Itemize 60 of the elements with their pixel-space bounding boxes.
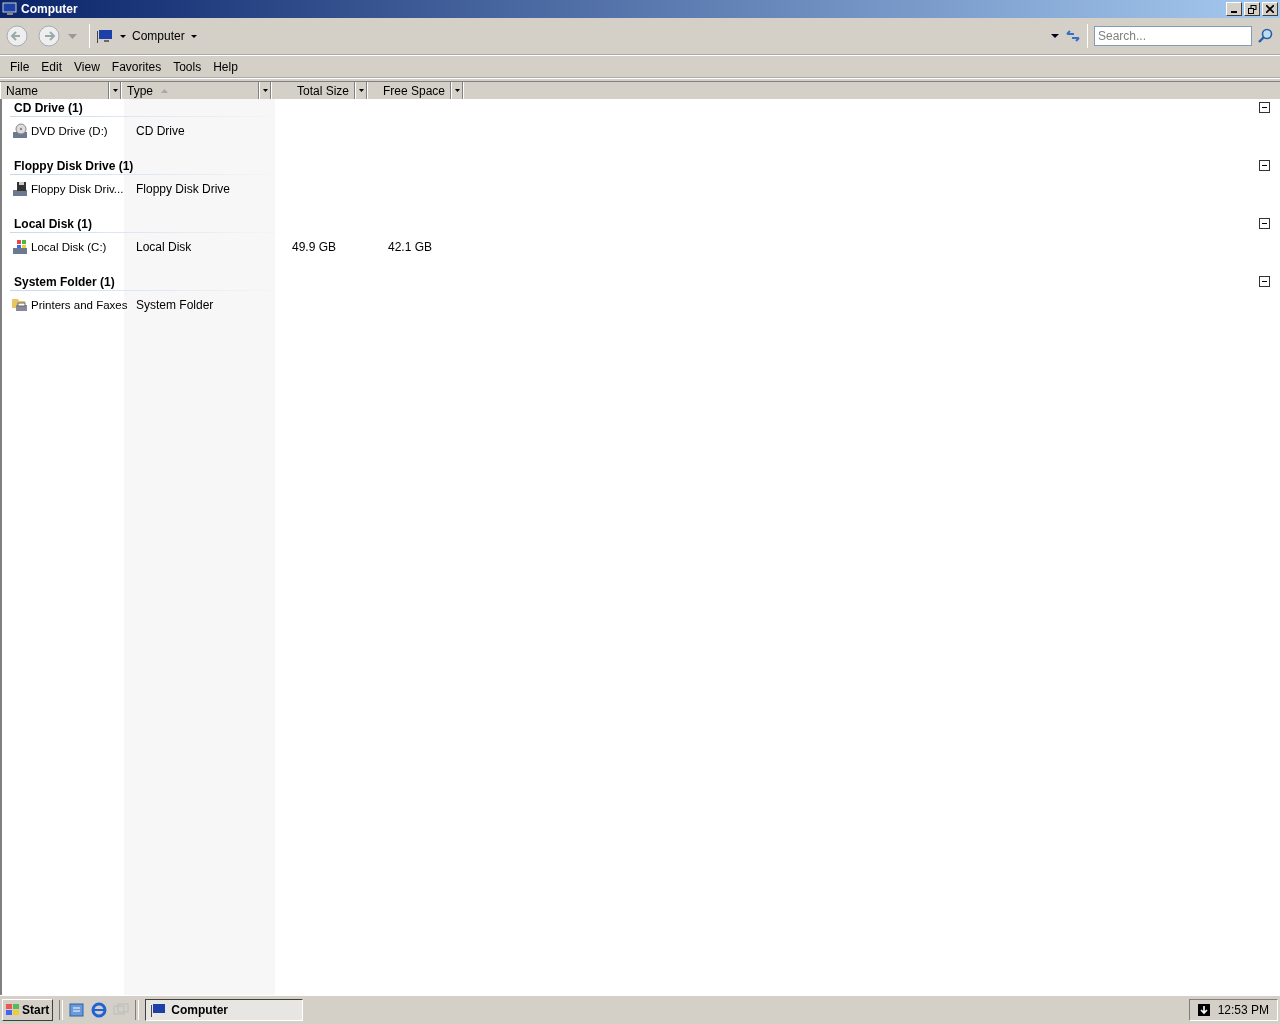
- restore-button[interactable]: [1244, 2, 1260, 16]
- item-type: Floppy Disk Drive: [136, 182, 231, 196]
- item-name[interactable]: Local Disk (C:): [31, 241, 107, 253]
- disc-drive-icon: [12, 123, 28, 139]
- caret-icon: [454, 89, 460, 92]
- clock: 12:53 PM: [1217, 1003, 1269, 1017]
- search-field[interactable]: Search...: [1094, 26, 1252, 46]
- minimize-button[interactable]: [1226, 2, 1242, 16]
- printer-folder-icon: [12, 297, 28, 313]
- refresh-icon[interactable]: [1065, 29, 1081, 43]
- windows-logo-icon: [6, 1004, 20, 1016]
- search-icon[interactable]: [1258, 28, 1274, 44]
- caret-icon: [262, 89, 268, 92]
- menu-item[interactable]: Edit: [35, 60, 69, 74]
- caret-icon[interactable]: [120, 34, 126, 38]
- group-header[interactable]: Floppy Disk Drive (1): [14, 158, 134, 173]
- menu-item[interactable]: File: [4, 60, 36, 74]
- address-text: Computer: [132, 29, 185, 43]
- caret-icon: [112, 89, 118, 92]
- restore-icon: [1247, 4, 1257, 14]
- collapse-icon[interactable]: [1259, 102, 1270, 113]
- column-dropdown-button[interactable]: [259, 82, 271, 99]
- column-dropdown-button[interactable]: [109, 82, 121, 99]
- free-space: 42.1 GB: [388, 240, 433, 254]
- address-field[interactable]: Computer: [89, 24, 1088, 48]
- taskbar-button[interactable]: Computer: [145, 999, 304, 1021]
- total-size: 49.9 GB: [292, 240, 337, 254]
- caret-icon[interactable]: [190, 34, 197, 38]
- menu-item[interactable]: Favorites: [105, 60, 168, 74]
- collapse-icon[interactable]: [1259, 160, 1270, 171]
- collapse-icon[interactable]: [1259, 276, 1270, 287]
- computer-icon: [2, 2, 18, 16]
- group-header[interactable]: CD Drive (1): [14, 100, 83, 115]
- item-name[interactable]: DVD Drive (D:): [31, 125, 108, 137]
- item-name[interactable]: Printers and Faxes: [31, 299, 128, 311]
- group-header[interactable]: System Folder (1): [14, 274, 115, 289]
- menu-item[interactable]: Tools: [167, 60, 208, 74]
- sort-arrow-icon: [161, 88, 168, 93]
- menu-item[interactable]: Help: [207, 60, 244, 74]
- computer-icon: [96, 29, 114, 43]
- column-dropdown-button[interactable]: [451, 82, 463, 99]
- item-name[interactable]: Floppy Disk Driv...: [31, 183, 124, 195]
- column-dropdown-button[interactable]: [355, 82, 367, 99]
- item-type: Local Disk: [136, 240, 192, 254]
- start-button[interactable]: Start: [2, 999, 54, 1021]
- close-icon: [1266, 5, 1274, 13]
- browser-icon[interactable]: [91, 1002, 108, 1018]
- collapse-icon[interactable]: [1259, 218, 1270, 229]
- item-type: System Folder: [136, 298, 214, 312]
- computer-icon: [150, 1003, 167, 1017]
- caret-icon[interactable]: [1051, 34, 1059, 38]
- item-type: CD Drive: [136, 124, 185, 138]
- hard-disk-icon: [12, 239, 28, 255]
- caret-icon: [358, 89, 364, 92]
- menu-item[interactable]: View: [68, 60, 106, 74]
- close-button[interactable]: [1262, 2, 1278, 16]
- download-icon[interactable]: [1197, 1004, 1210, 1016]
- group-header[interactable]: Local Disk (1): [14, 216, 93, 231]
- floppy-drive-icon: [12, 181, 28, 197]
- window-title: Computer: [21, 2, 78, 16]
